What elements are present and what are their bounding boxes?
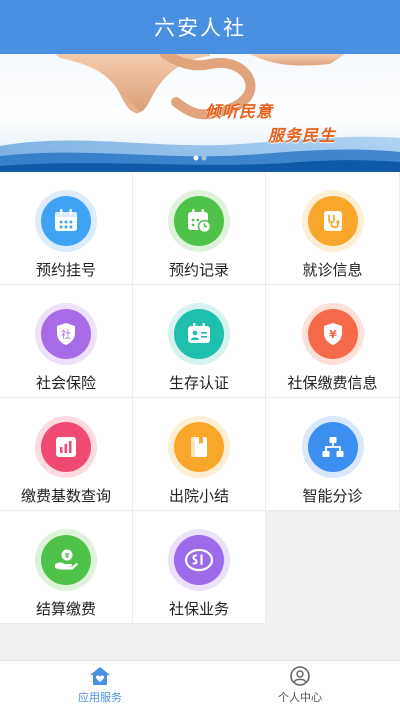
grid-item-label: 社会保险 xyxy=(35,374,96,392)
svg-text:¥: ¥ xyxy=(329,328,337,341)
shield-she-icon: 社 xyxy=(57,323,75,345)
shield-yen-icon: ¥ xyxy=(323,323,342,345)
grid-item-label: 预约挂号 xyxy=(35,261,96,279)
hierarchy-icon xyxy=(322,437,343,457)
bottom-tab-bar: 应用服务 个人中心 xyxy=(0,660,400,710)
grid-item-visit-info[interactable]: 就诊信息 xyxy=(266,172,400,285)
bar-chart-icon xyxy=(56,437,76,457)
banner-slogan-1: 倾听民意 xyxy=(205,102,274,121)
grid-item-survival-auth[interactable]: 生存认证 xyxy=(133,285,266,398)
id-card-icon xyxy=(188,323,210,343)
calendar-icon xyxy=(55,209,77,231)
si-logo-icon xyxy=(184,548,214,572)
calendar-clock-icon xyxy=(188,209,212,234)
grid-item-label: 出院小结 xyxy=(168,487,229,505)
icon-circle xyxy=(35,190,97,252)
service-grid: 预约挂号 预约记录 就诊信息 社 社会保险 生存认证 ¥ 社保缴费信息 缴费基数… xyxy=(0,172,400,624)
icon-circle xyxy=(168,416,230,478)
tab-label: 应用服务 xyxy=(78,691,122,704)
svg-text:社: 社 xyxy=(61,328,71,341)
banner-slogan-2: 服务民生 xyxy=(268,126,337,145)
grid-item-label: 智能分诊 xyxy=(302,487,363,505)
grid-item-discharge-summary[interactable]: 出院小结 xyxy=(133,398,266,511)
grid-item-base-query[interactable]: 缴费基数查询 xyxy=(0,398,133,511)
grid-item-si-business[interactable]: 社保业务 xyxy=(133,511,266,624)
stethoscope-icon xyxy=(323,211,342,231)
grid-item-social-insurance[interactable]: 社 社会保险 xyxy=(0,285,133,398)
book-icon xyxy=(191,437,207,457)
banner-image xyxy=(0,54,400,172)
tab-label: 个人中心 xyxy=(278,691,322,704)
hand-coin-icon: ¥ xyxy=(55,549,78,570)
home-heart-icon xyxy=(90,667,110,685)
grid-item-settlement[interactable]: ¥ 结算缴费 xyxy=(0,511,133,624)
grid-item-label: 社保缴费信息 xyxy=(287,374,378,392)
icon-circle xyxy=(168,190,230,252)
page-title: 六安人社 xyxy=(154,16,246,40)
icon-circle xyxy=(35,416,97,478)
app-header: 六安人社 xyxy=(0,0,400,54)
icon-circle: ¥ xyxy=(301,303,364,365)
svg-text:¥: ¥ xyxy=(65,552,70,560)
icon-circle: ¥ xyxy=(35,529,97,591)
grid-item-label: 缴费基数查询 xyxy=(20,487,111,505)
grid-item-label: 结算缴费 xyxy=(35,600,96,618)
icon-circle: 社 xyxy=(35,303,97,365)
banner-carousel[interactable]: 倾听民意 服务民生 xyxy=(0,54,400,172)
grid-item-smart-triage[interactable]: 智能分诊 xyxy=(266,398,400,511)
grid-item-label: 预约记录 xyxy=(168,261,229,279)
icon-circle xyxy=(301,190,364,252)
user-icon xyxy=(290,666,310,686)
grid-item-label: 生存认证 xyxy=(168,374,229,392)
icon-circle xyxy=(301,416,364,478)
icon-circle xyxy=(168,303,230,365)
grid-item-label: 就诊信息 xyxy=(302,261,363,279)
grid-item-label: 社保业务 xyxy=(168,600,229,618)
tab-personal-center[interactable]: 个人中心 xyxy=(200,661,400,710)
grid-item-appointment-record[interactable]: 预约记录 xyxy=(133,172,266,285)
icon-circle xyxy=(168,529,230,591)
tab-app-services[interactable]: 应用服务 xyxy=(0,661,200,710)
grid-item-appointment[interactable]: 预约挂号 xyxy=(0,172,133,285)
grid-item-payment-info[interactable]: ¥ 社保缴费信息 xyxy=(266,285,400,398)
grid-empty-slot xyxy=(266,511,400,624)
